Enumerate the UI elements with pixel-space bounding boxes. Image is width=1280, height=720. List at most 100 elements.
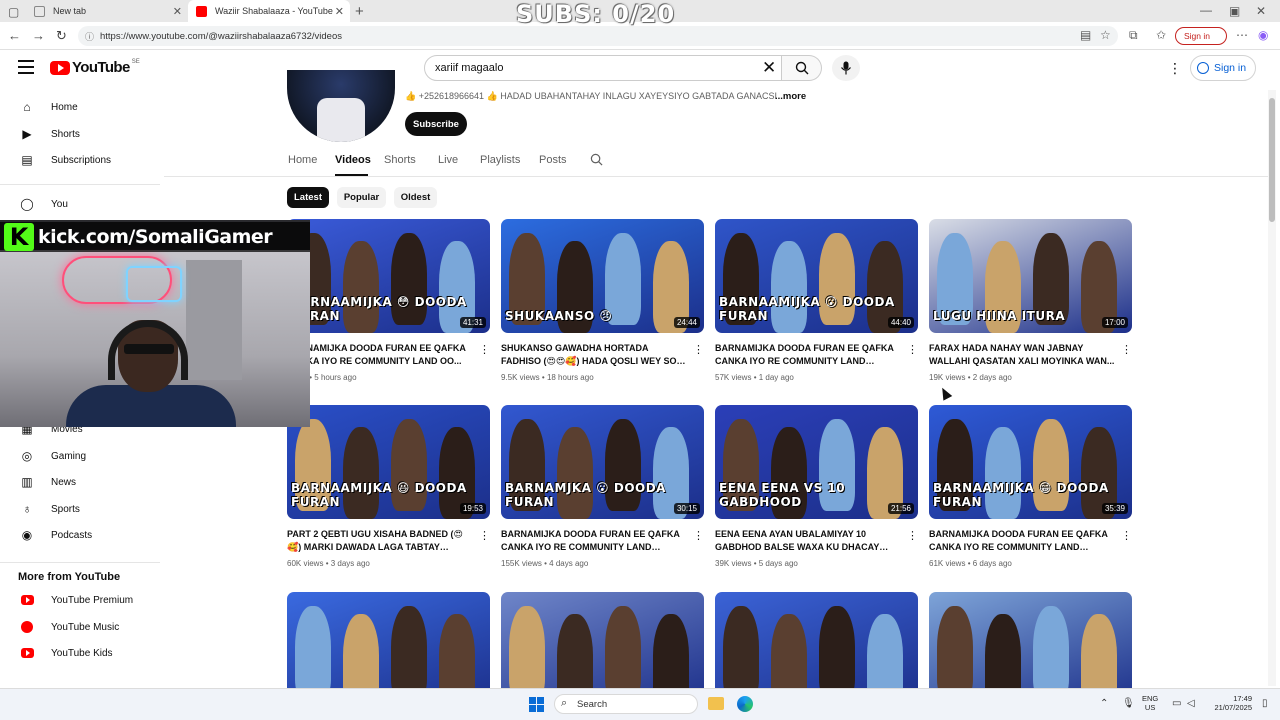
clear-search-icon[interactable]: ✕ bbox=[762, 58, 776, 78]
system-clock[interactable]: 17:49 21/07/2025 bbox=[1208, 694, 1252, 712]
url-field[interactable]: ⓘ https://www.youtube.com/@waziirshabala… bbox=[78, 26, 1118, 46]
view-count: 57K views bbox=[715, 373, 752, 382]
video-thumbnail[interactable]: BARNAAMIJKA 😁 DOODA FURAN 35:39 bbox=[929, 405, 1132, 519]
back-arrow-icon[interactable]: ← bbox=[8, 28, 21, 43]
tab-shorts[interactable]: Shorts bbox=[384, 154, 416, 166]
extensions-icon[interactable]: ⧉ bbox=[1129, 28, 1138, 43]
youtube-play-icon bbox=[50, 60, 70, 75]
video-thumbnail[interactable]: LUGU HIINA ITURA 17:00 bbox=[929, 219, 1132, 333]
youtube-signin-button[interactable]: Sign in bbox=[1190, 55, 1256, 81]
volume-icon[interactable]: ◁ bbox=[1187, 698, 1195, 709]
network-icon[interactable]: ▭ bbox=[1172, 698, 1181, 709]
taskbar-search-input[interactable]: ⌕ Search bbox=[554, 694, 698, 714]
meta-separator: • bbox=[539, 373, 547, 382]
video-title[interactable]: BARNAMIJKA DOODA FURAN EE QAFKA CANKA IY… bbox=[501, 528, 687, 554]
youtube-logo[interactable]: YouTube SE bbox=[50, 59, 140, 76]
sidebar-item-gaming[interactable]: ◎ Gaming bbox=[20, 446, 86, 466]
tab-new-tab[interactable]: New tab ✕ bbox=[26, 0, 188, 22]
chip-latest[interactable]: Latest bbox=[287, 187, 329, 208]
edge-browser-icon[interactable] bbox=[737, 696, 753, 712]
video-options-icon[interactable]: ⋮ bbox=[693, 343, 704, 356]
tab-youtube[interactable]: Waziir Shabalaaza - YouTube ✕ bbox=[188, 0, 350, 22]
copilot-icon[interactable]: ◉ bbox=[1258, 28, 1268, 42]
video-options-icon[interactable]: ⋮ bbox=[479, 343, 490, 356]
search-button[interactable] bbox=[782, 55, 822, 81]
news-icon: ▥ bbox=[21, 475, 33, 489]
sidebar-item-youtube-music[interactable]: YouTube Music bbox=[20, 617, 119, 637]
chip-popular[interactable]: Popular bbox=[337, 187, 386, 208]
video-title[interactable]: EENA EENA AYAN UBALAMIYAY 10 GABDHOD BAL… bbox=[715, 528, 901, 554]
sidebar-divider bbox=[0, 184, 160, 185]
sidebar-item-home[interactable]: ⌂ Home bbox=[20, 97, 77, 117]
channel-search-icon[interactable] bbox=[590, 153, 603, 166]
tab-videos[interactable]: Videos bbox=[335, 154, 371, 166]
site-info-icon[interactable]: ⓘ bbox=[85, 30, 94, 43]
file-explorer-icon[interactable] bbox=[708, 697, 724, 710]
close-window-icon[interactable]: ✕ bbox=[1256, 4, 1266, 18]
video-thumbnail[interactable]: BARNAAMIJKA 😮 DOODA FURAN 44:40 bbox=[715, 219, 918, 333]
video-thumbnail[interactable]: BARNAAMIJKA 😳 DOODA FURAN 41:31 bbox=[287, 219, 490, 333]
video-options-icon[interactable]: ⋮ bbox=[907, 343, 918, 356]
video-options-icon[interactable]: ⋮ bbox=[1121, 343, 1132, 356]
mouse-cursor bbox=[937, 385, 953, 401]
reader-view-icon[interactable]: ▤ bbox=[1080, 28, 1091, 42]
video-thumbnail[interactable]: SHUKAANSO 😠 24:44 bbox=[501, 219, 704, 333]
new-tab-plus-icon[interactable]: + bbox=[355, 3, 364, 20]
sidebar-item-label: You bbox=[51, 198, 68, 210]
search-input[interactable]: xariif magaalo bbox=[424, 55, 782, 81]
video-options-icon[interactable]: ⋮ bbox=[693, 529, 704, 542]
hamburger-menu-icon[interactable] bbox=[18, 60, 34, 74]
sidebar-item-youtube-kids[interactable]: YouTube Kids bbox=[20, 643, 113, 663]
sidebar-item-shorts[interactable]: ▶ Shorts bbox=[20, 124, 80, 144]
subscribe-button[interactable]: Subscribe bbox=[405, 112, 467, 136]
video-options-icon[interactable]: ⋮ bbox=[479, 529, 490, 542]
video-title[interactable]: BARNAMIJKA DOODA FURAN EE QAFKA CANKA IY… bbox=[715, 342, 901, 368]
language-indicator[interactable]: ENG US bbox=[1142, 694, 1158, 712]
description-more-link[interactable]: ...more bbox=[775, 91, 806, 102]
forward-arrow-icon[interactable]: → bbox=[32, 28, 45, 43]
reload-icon[interactable]: ↻ bbox=[56, 28, 67, 44]
windows-start-icon[interactable] bbox=[529, 697, 544, 712]
notifications-icon[interactable]: ▯ bbox=[1262, 698, 1268, 709]
browser-signin-button[interactable]: Sign in bbox=[1175, 27, 1227, 45]
sidebar-item-news[interactable]: ▥ News bbox=[20, 472, 76, 492]
minimize-icon[interactable]: — bbox=[1200, 3, 1212, 17]
view-count: 61K views bbox=[929, 559, 966, 568]
favorite-star-icon[interactable]: ☆ bbox=[1100, 28, 1111, 42]
tray-chevron-icon[interactable]: ⌃ bbox=[1100, 698, 1108, 709]
settings-kebab-icon[interactable]: ⋮ bbox=[1168, 60, 1182, 77]
video-options-icon[interactable]: ⋮ bbox=[907, 529, 918, 542]
video-thumbnail[interactable]: EENA EENA VS 10 GABDHOOD 21:56 bbox=[715, 405, 918, 519]
tab-playlists[interactable]: Playlists bbox=[480, 154, 520, 166]
close-icon[interactable]: ✕ bbox=[173, 5, 182, 18]
channel-avatar[interactable] bbox=[287, 70, 395, 142]
tab-live[interactable]: Live bbox=[438, 154, 458, 166]
chip-oldest[interactable]: Oldest bbox=[394, 187, 437, 208]
video-thumbnail[interactable]: BARNAMJKA 😮 DOODA FURAN 30:15 bbox=[501, 405, 704, 519]
tab-home[interactable]: Home bbox=[288, 154, 317, 166]
favorites-icon[interactable]: ✩ bbox=[1156, 28, 1166, 42]
video-title[interactable]: FARAX HADA NAHAY WAN JABNAY WALLAHI QASA… bbox=[929, 342, 1115, 368]
search-icon: ⌕ bbox=[561, 697, 568, 709]
video-title[interactable]: PART 2 QEBTI UGU XISAHA BADNED (😍🥰) MARK… bbox=[287, 528, 473, 554]
sidebar-item-sports[interactable]: ♁ Sports bbox=[20, 499, 80, 519]
scrollbar-thumb[interactable] bbox=[1269, 98, 1275, 222]
tab-actions-icon[interactable]: ▢ bbox=[8, 5, 19, 19]
taskbar-search-placeholder: Search bbox=[577, 698, 608, 710]
tray-microphone-icon[interactable]: 🎙 bbox=[1122, 698, 1135, 709]
sidebar-item-subscriptions[interactable]: ▤ Subscriptions bbox=[20, 150, 111, 170]
tab-posts[interactable]: Posts bbox=[539, 154, 567, 166]
close-icon[interactable]: ✕ bbox=[335, 5, 344, 18]
video-duration: 41:31 bbox=[459, 317, 486, 328]
voice-search-button[interactable] bbox=[832, 55, 860, 81]
sidebar-item-you[interactable]: ◯ You bbox=[20, 194, 68, 214]
video-options-icon[interactable]: ⋮ bbox=[1121, 529, 1132, 542]
sidebar-item-youtube-premium[interactable]: YouTube Premium bbox=[20, 590, 133, 610]
settings-more-icon[interactable]: ⋯ bbox=[1236, 28, 1248, 42]
video-title[interactable]: BARNAMIJKA DOODA FURAN EE QAFKA CANKA IY… bbox=[929, 528, 1115, 554]
video-title[interactable]: SHUKANSO GAWADHA HORTADA FADHISO (😍😍🥰) H… bbox=[501, 342, 687, 368]
video-title[interactable]: BARNAMIJKA DOODA FURAN EE QAFKA CANKA IY… bbox=[287, 342, 473, 368]
sidebar-item-podcasts[interactable]: ◉ Podcasts bbox=[20, 525, 92, 545]
video-thumbnail[interactable]: BARNAAMIJKA 😆 DOODA FURAN 19:53 bbox=[287, 405, 490, 519]
maximize-icon[interactable]: ▣ bbox=[1229, 4, 1240, 18]
